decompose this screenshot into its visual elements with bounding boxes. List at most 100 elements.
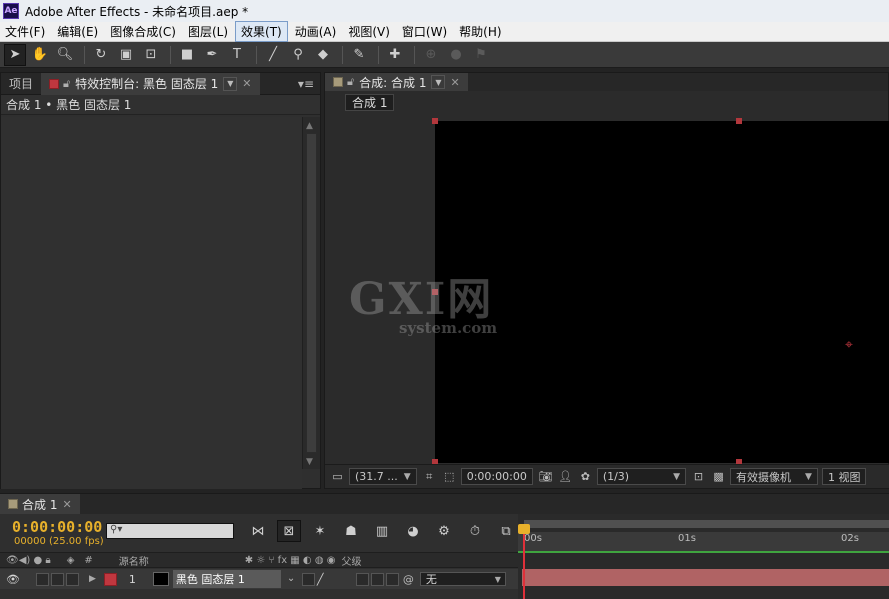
menu-file[interactable]: 文件(F): [0, 22, 50, 41]
3d-layer-switch[interactable]: [385, 572, 399, 586]
camera-dropdown[interactable]: 有效摄像机 ▼: [730, 468, 818, 485]
av-features-icon[interactable]: 👁︎◀) ● 🔒︎: [6, 555, 51, 566]
layer-duration-bar[interactable]: [522, 569, 889, 586]
close-icon[interactable]: ✕: [450, 76, 459, 89]
tab-composition[interactable]: 🔓︎ 合成: 合成 1 ▼ ✕: [325, 73, 468, 91]
column-parent[interactable]: 父级: [341, 553, 361, 568]
local-axis-icon[interactable]: ⊕: [420, 44, 442, 66]
shy-layers-icon[interactable]: ☗: [339, 520, 363, 542]
motion-blur-switch[interactable]: [355, 572, 369, 586]
pick-whip-icon[interactable]: @: [403, 573, 414, 586]
search-input[interactable]: ⚲▾: [106, 523, 234, 539]
view-axis-icon[interactable]: ⚑: [470, 44, 492, 66]
lock-toggle[interactable]: [66, 572, 79, 586]
resolution-dropdown[interactable]: (1/3) ▼: [596, 468, 687, 485]
time-graph-area[interactable]: 00s 01s 02s: [518, 514, 889, 599]
menu-effect[interactable]: 效果(T): [235, 21, 288, 42]
grid-guides-icon[interactable]: ⌗: [421, 468, 438, 485]
parent-dropdown[interactable]: 无 ▼: [419, 572, 506, 586]
draft-3d-icon[interactable]: ✶: [308, 520, 332, 542]
lock-icon[interactable]: 🔓︎: [347, 75, 354, 89]
eraser-tool-icon[interactable]: ◆: [312, 44, 334, 66]
region-of-interest-icon[interactable]: ⊡: [690, 468, 707, 485]
visibility-eye-icon[interactable]: 👁︎: [6, 573, 26, 586]
tab-project[interactable]: 项目: [1, 73, 41, 95]
hand-tool-icon[interactable]: ✋: [29, 44, 51, 66]
work-area-bar[interactable]: [524, 520, 889, 528]
menu-window[interactable]: 窗口(W): [397, 22, 452, 41]
graph-editor-icon[interactable]: ⧉: [494, 520, 518, 542]
view-layout-dropdown[interactable]: 1 视图: [821, 468, 867, 485]
composition-viewer[interactable]: ⌖: [432, 118, 889, 465]
menu-layer[interactable]: 图层(L): [183, 22, 233, 41]
chevron-down-icon[interactable]: ▼: [431, 75, 446, 89]
column-source-name[interactable]: 源名称: [119, 553, 149, 568]
close-icon[interactable]: ✕: [62, 498, 71, 511]
solo-toggle[interactable]: [51, 572, 64, 586]
channel-rgb-icon[interactable]: ✿: [577, 468, 594, 485]
layer-name[interactable]: 黑色 固态层 1: [172, 570, 281, 588]
quality-switch-icon[interactable]: ╱: [317, 573, 330, 586]
camera-tool-icon[interactable]: ▣: [115, 44, 137, 66]
audio-toggle[interactable]: [36, 572, 49, 586]
composition-breadcrumb[interactable]: 合成 1: [345, 94, 395, 111]
current-time-indicator[interactable]: [523, 530, 525, 599]
snapshot-camera-icon[interactable]: 📷︎: [537, 468, 554, 485]
shy-switch-icon[interactable]: ⌄: [287, 573, 300, 586]
text-tool-icon[interactable]: T: [226, 44, 248, 66]
menu-animation[interactable]: 动画(A): [290, 22, 342, 41]
menu-help[interactable]: 帮助(H): [454, 22, 506, 41]
current-time-display[interactable]: 0:00:00:00: [12, 518, 102, 536]
show-snapshot-icon[interactable]: 👤︎: [557, 468, 574, 485]
tab-effect-controls[interactable]: 🔓︎ 特效控制台: 黑色 固态层 1 ▼ ✕: [41, 72, 260, 95]
scrollbar-thumb[interactable]: [306, 133, 317, 453]
adjustment-switch[interactable]: [370, 572, 384, 586]
close-icon[interactable]: ✕: [242, 77, 251, 90]
magnification-dropdown[interactable]: (31.7 ... ▼: [349, 468, 417, 485]
zoom-tool-icon[interactable]: 🔍︎: [54, 44, 76, 66]
bounding-handle[interactable]: [736, 118, 742, 124]
column-switches[interactable]: ✱ ☼ ⑂ fx ▦ ◐ ◍ ◉: [245, 555, 336, 566]
anchor-point-icon[interactable]: ⌖: [845, 337, 853, 353]
effect-controls-body: [1, 117, 302, 489]
live-update-icon[interactable]: ⊠: [277, 520, 301, 542]
vertical-scrollbar[interactable]: ▲ ▼: [302, 117, 320, 469]
scroll-down-icon[interactable]: ▼: [306, 457, 313, 467]
expand-arrow-icon[interactable]: ▶: [89, 574, 96, 584]
motion-blur-icon[interactable]: ◕: [401, 520, 425, 542]
menu-view[interactable]: 视图(V): [343, 22, 395, 41]
mask-visibility-icon[interactable]: ⬚: [441, 468, 458, 485]
pan-behind-tool-icon[interactable]: ⊡: [140, 44, 162, 66]
scroll-up-icon[interactable]: ▲: [306, 121, 313, 131]
label-color-swatch[interactable]: [103, 572, 117, 586]
bounding-handle[interactable]: [432, 118, 438, 124]
always-preview-icon[interactable]: ▭: [329, 468, 346, 485]
comp-mini-flowchart-icon[interactable]: ⋈: [246, 520, 270, 542]
chevron-down-icon[interactable]: ▼: [223, 76, 238, 91]
world-axis-icon[interactable]: ●: [445, 44, 467, 66]
menu-edit[interactable]: 编辑(E): [52, 22, 103, 41]
rotate-tool-icon[interactable]: ↻: [90, 44, 112, 66]
transparency-grid-icon[interactable]: ▩: [710, 468, 727, 485]
time-ruler[interactable]: 00s 01s 02s: [518, 532, 889, 552]
auto-keyframe-icon[interactable]: ⏱: [463, 520, 487, 542]
brush-tool-icon[interactable]: ╱: [262, 44, 284, 66]
panel-menu-icon[interactable]: ▾≡: [298, 77, 314, 91]
pen-tool-icon[interactable]: ✒: [201, 44, 223, 66]
tab-timeline-composition[interactable]: 合成 1 ✕: [0, 494, 80, 514]
column-number[interactable]: #: [84, 555, 92, 566]
current-time-field[interactable]: 0:00:00:00: [460, 468, 533, 485]
selection-tool-icon[interactable]: ➤: [4, 43, 26, 66]
menu-composition[interactable]: 图像合成(C): [105, 22, 181, 41]
frame-blending-icon[interactable]: ▥: [370, 520, 394, 542]
table-row[interactable]: 👁︎ ▶ 1 黑色 固态层 1 ⌄ ╱ @ 无 ▼: [0, 569, 520, 589]
label-tag-icon[interactable]: ◈: [67, 555, 75, 566]
brainstorm-icon[interactable]: ⚙: [432, 520, 456, 542]
puppet-pin-tool-icon[interactable]: ✚: [384, 44, 406, 66]
lock-icon[interactable]: 🔓︎: [63, 77, 70, 91]
collapse-switch[interactable]: [301, 572, 315, 586]
roto-brush-tool-icon[interactable]: ✎: [348, 44, 370, 66]
current-time-indicator-handle[interactable]: [518, 524, 530, 534]
clone-stamp-tool-icon[interactable]: ⚲: [287, 44, 309, 66]
shape-tool-icon[interactable]: ■: [176, 44, 198, 66]
